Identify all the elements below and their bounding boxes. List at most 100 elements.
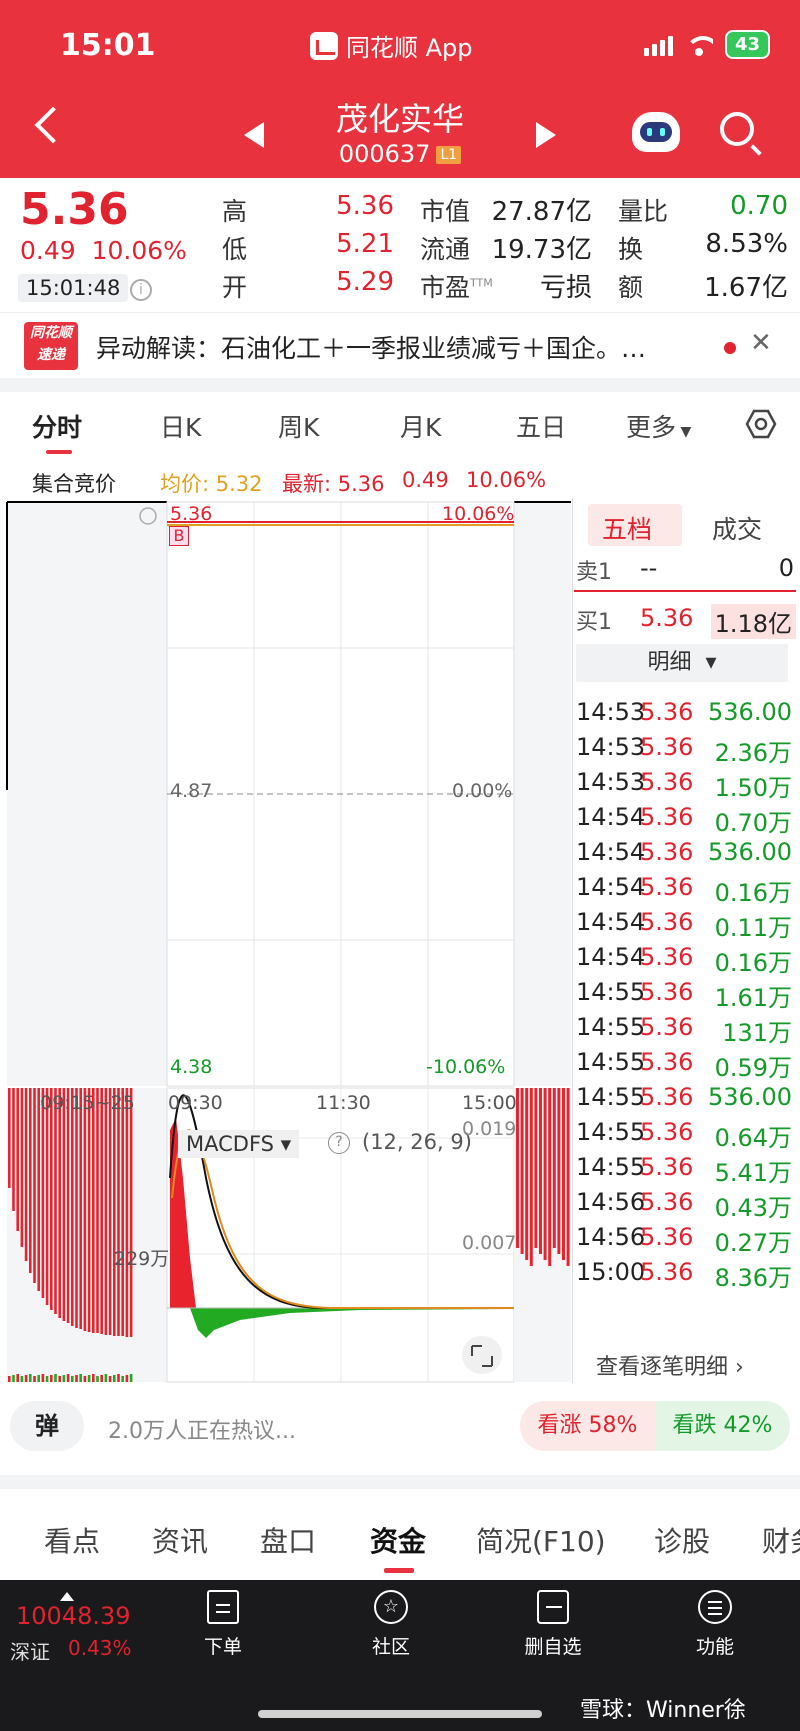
auction-small-bar bbox=[50, 1375, 53, 1382]
tab-diagnosis[interactable]: 诊股 bbox=[654, 1520, 710, 1560]
indicator-help-icon[interactable]: ? bbox=[328, 1132, 350, 1154]
auction-small-bar bbox=[75, 1375, 78, 1382]
auction-volume-bar bbox=[37, 1088, 40, 1291]
value-open: 5.29 bbox=[336, 267, 394, 297]
auction-volume-bar bbox=[8, 1088, 11, 1188]
label-open: 开 bbox=[222, 273, 248, 302]
trade-volume: 131万 bbox=[722, 1019, 792, 1047]
tab-intraday[interactable]: 分时 bbox=[32, 408, 82, 444]
tab-trades[interactable]: 成交 bbox=[712, 510, 762, 546]
nav-order[interactable]: 下单 bbox=[168, 1590, 278, 1659]
auction-volume-bar bbox=[96, 1088, 99, 1333]
intraday-chart[interactable]: 5.36 B 10.06% 4.87 0.00% 4.38 -10.06% 09… bbox=[0, 498, 572, 1383]
trade-price: 5.36 bbox=[640, 1188, 694, 1216]
auction-small-bar bbox=[37, 1375, 40, 1382]
latest-price: 最新: 5.36 bbox=[282, 472, 385, 496]
trade-price: 5.36 bbox=[640, 803, 694, 831]
macd-mid-value: 0.007 bbox=[462, 1232, 517, 1254]
detail-dropdown[interactable]: 明细 ▾ bbox=[576, 644, 788, 682]
auction-small-bar bbox=[100, 1375, 103, 1382]
nav-functions[interactable]: 功能 bbox=[660, 1590, 770, 1659]
next-stock-button[interactable] bbox=[536, 122, 556, 148]
time-mid: 11:30 bbox=[316, 1092, 371, 1114]
trade-time: 14:55 bbox=[576, 1083, 646, 1111]
trade-time: 14:54 bbox=[576, 873, 646, 901]
auction-volume-bar bbox=[117, 1088, 120, 1336]
nav-community[interactable]: ☆ 社区 bbox=[336, 1590, 446, 1659]
news-text[interactable]: 异动解读：石油化工＋一季报业绩减亏＋国企。… bbox=[96, 329, 646, 365]
trade-price: 5.36 bbox=[640, 1083, 694, 1111]
trade-row: 14:53 5.36 1.50万 bbox=[576, 768, 794, 806]
value-high: 5.36 bbox=[336, 191, 394, 221]
tab-profile[interactable]: 简况(F10) bbox=[476, 1520, 606, 1560]
trade-price: 5.36 bbox=[640, 978, 694, 1006]
app-logo-icon bbox=[310, 31, 338, 60]
trade-time: 14:54 bbox=[576, 943, 646, 971]
tab-five-day[interactable]: 五日 bbox=[516, 408, 566, 444]
value-float: 19.73亿 bbox=[491, 235, 592, 265]
value-mcap: 27.87亿 bbox=[491, 197, 592, 227]
close-icon[interactable]: ✕ bbox=[750, 328, 772, 358]
tab-monthly-k[interactable]: 月K bbox=[400, 408, 441, 444]
home-indicator[interactable] bbox=[258, 1710, 542, 1718]
trade-volume: 536.00 bbox=[708, 838, 792, 866]
label-vol-ratio: 量比 bbox=[618, 197, 669, 226]
auction-small-bar bbox=[87, 1375, 91, 1382]
trade-price: 5.36 bbox=[640, 873, 694, 901]
trade-volume: 0.43万 bbox=[714, 1194, 792, 1222]
buy-marker[interactable]: B bbox=[169, 526, 189, 546]
trade-time: 14:55 bbox=[576, 1048, 646, 1076]
unread-dot bbox=[724, 342, 736, 354]
watermark-text: 雪球：Winner徐 bbox=[580, 1698, 746, 1723]
sentiment-bar: 弹 2.0万人正在热议... 看涨 58% 看跌 42% bbox=[0, 1395, 800, 1465]
robot-assistant-icon[interactable] bbox=[632, 112, 680, 152]
tab-weekly-k[interactable]: 周K bbox=[278, 408, 319, 444]
tab-news[interactable]: 资讯 bbox=[152, 1520, 208, 1560]
info-icon[interactable]: i bbox=[130, 279, 152, 301]
tab-five-level[interactable]: 五档 bbox=[602, 510, 652, 546]
trade-volume: 0.59万 bbox=[714, 1054, 792, 1082]
label-float: 流通 bbox=[420, 235, 471, 264]
tab-capital[interactable]: 资金 bbox=[370, 1520, 426, 1560]
info-tabs: 看点 资讯 盘口 资金 简况(F10) 诊股 财务 bbox=[0, 1490, 800, 1580]
tab-orderbook[interactable]: 盘口 bbox=[260, 1520, 316, 1560]
trade-price: 5.36 bbox=[640, 768, 694, 796]
after-volume-bar bbox=[543, 1088, 547, 1260]
auction-small-bar bbox=[96, 1376, 99, 1382]
tab-more[interactable]: 更多 ▼ bbox=[626, 408, 691, 444]
auction-small-bar bbox=[117, 1374, 120, 1382]
auction-small-bar bbox=[29, 1374, 32, 1382]
auction-volume-bar bbox=[41, 1088, 45, 1298]
chart-settings-icon[interactable] bbox=[745, 408, 777, 440]
trade-price: 5.36 bbox=[640, 1223, 694, 1251]
bearish-button[interactable]: 看跌 42% bbox=[655, 1401, 790, 1451]
value-low: 5.21 bbox=[336, 229, 394, 259]
auction-small-bar bbox=[92, 1374, 95, 1382]
search-icon[interactable] bbox=[720, 112, 754, 146]
trade-row: 14:55 5.36 536.00 bbox=[576, 1083, 794, 1121]
auction-volume-bar bbox=[16, 1088, 19, 1231]
hot-discussion-text[interactable]: 2.0万人正在热议... bbox=[108, 1413, 296, 1445]
auction-small-bar bbox=[66, 1374, 70, 1382]
view-all-trades-link[interactable]: 查看逐笔明细 › bbox=[596, 1349, 744, 1381]
community-star-icon: ☆ bbox=[374, 1590, 408, 1624]
tab-highlights[interactable]: 看点 bbox=[44, 1520, 100, 1560]
tab-daily-k[interactable]: 日K bbox=[160, 408, 201, 444]
pct-mid: 0.00% bbox=[452, 780, 513, 802]
danmu-button[interactable]: 弹 bbox=[10, 1401, 84, 1451]
nav-community-label: 社区 bbox=[371, 1636, 410, 1658]
after-volume-bar bbox=[562, 1088, 565, 1260]
nav-remove-watchlist[interactable]: 删自选 bbox=[498, 1590, 608, 1659]
bullish-button[interactable]: 看涨 58% bbox=[520, 1401, 655, 1451]
index-value[interactable]: 10048.39 bbox=[16, 1602, 131, 1630]
stock-code-row: 000637 L1 bbox=[0, 140, 800, 168]
news-bar[interactable]: 同花顺 速递 异动解读：石油化工＋一季报业绩减亏＋国企。… bbox=[0, 312, 800, 378]
after-price-area bbox=[514, 502, 571, 1086]
trade-price: 5.36 bbox=[640, 733, 694, 761]
auction-volume-bar bbox=[45, 1088, 49, 1305]
indicator-selector[interactable]: MACDFS ▾ bbox=[178, 1130, 300, 1158]
index-name: 深证 bbox=[10, 1640, 50, 1664]
auction-small-bar bbox=[33, 1376, 36, 1382]
tab-finance[interactable]: 财务 bbox=[762, 1520, 800, 1560]
label-turnover: 换 bbox=[618, 235, 644, 264]
